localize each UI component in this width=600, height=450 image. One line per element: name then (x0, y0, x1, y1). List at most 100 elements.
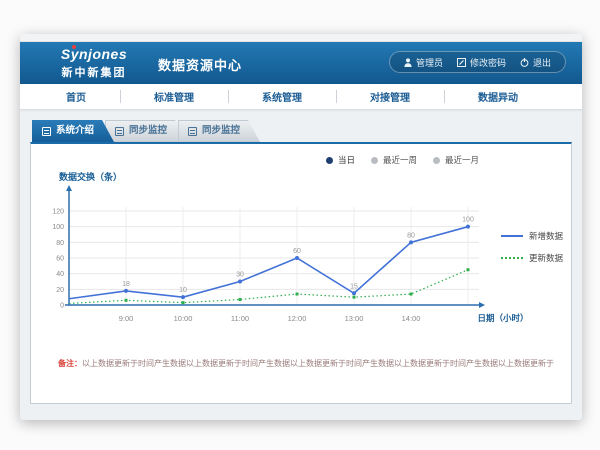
y-tick-labels: 0 20 40 60 80 100 120 (52, 209, 64, 310)
power-icon (520, 58, 529, 67)
brand-name: Synjones (61, 46, 127, 62)
x-axis-arrow-icon (479, 302, 485, 308)
legend-label: 更新数据 (529, 252, 563, 264)
change-password-label: 修改密码 (470, 56, 506, 69)
data-point-label: 80 (407, 232, 415, 239)
x-tick-label: 11:00 (231, 314, 249, 323)
legend-label: 新增数据 (529, 230, 563, 242)
radio-label: 最近一月 (445, 154, 479, 166)
data-point (352, 291, 356, 295)
x-tick-label: 9:00 (119, 314, 134, 323)
user-menu[interactable]: 管理员 (404, 56, 443, 69)
line-chart: 0204060801001209:0010:0011:0012:0013:001… (51, 184, 531, 344)
tab-label: 同步监控 (129, 120, 167, 142)
nav-item-1[interactable]: 标准管理 (120, 84, 228, 109)
data-point-label: 18 (122, 281, 130, 288)
user-icon (404, 58, 412, 67)
period-radio-2[interactable]: 最近一月 (433, 154, 479, 166)
brand-logo: Synjones 新中新集团 (48, 46, 140, 80)
y-tick-label: 40 (56, 271, 64, 278)
data-point-label: 100 (462, 217, 474, 224)
grid-lines (69, 207, 479, 305)
tab-icon (115, 127, 124, 136)
data-point-label: 60 (293, 248, 301, 255)
brand-text: Synjones (61, 46, 127, 62)
logout-label: 退出 (533, 56, 551, 69)
header-bar: Synjones 新中新集团 数据资源中心 管理员 修改密码 退出 (20, 42, 582, 84)
y-tick-label: 20 (56, 287, 64, 294)
tab-icon (188, 127, 197, 136)
nav-item-4[interactable]: 数据异动 (444, 84, 552, 109)
user-pill: 管理员 修改密码 退出 (389, 51, 566, 73)
data-point (467, 268, 470, 271)
period-radio-1[interactable]: 最近一周 (371, 154, 417, 166)
legend-item-1[interactable]: 更新数据 (501, 252, 563, 264)
data-point (295, 256, 299, 260)
data-point (466, 225, 470, 229)
radio-dot-icon (371, 157, 378, 164)
app-window: Synjones 新中新集团 数据资源中心 管理员 修改密码 退出 (20, 34, 582, 420)
radio-label: 当日 (338, 154, 355, 166)
data-point (181, 295, 185, 299)
nav-list: 首页标准管理系统管理对接管理数据异动 (20, 84, 582, 109)
tab-icon (42, 127, 51, 136)
window-top-strip (20, 34, 582, 42)
x-axis-title: 日期（小时） (477, 313, 528, 323)
data-point (296, 293, 299, 296)
y-tick-label: 80 (56, 240, 64, 247)
brand-name-cn: 新中新集团 (48, 64, 140, 80)
tab-2[interactable]: 同步监控 (178, 120, 260, 142)
tab-label: 系统介绍 (56, 120, 94, 142)
chart-legend: 新增数据更新数据 (501, 230, 563, 264)
data-point (125, 299, 128, 302)
tab-1[interactable]: 同步监控 (105, 120, 187, 142)
nav-item-2[interactable]: 系统管理 (228, 84, 336, 109)
page-background: Synjones 新中新集团 数据资源中心 管理员 修改密码 退出 (0, 0, 600, 450)
data-point (124, 289, 128, 293)
radio-dot-icon (433, 157, 440, 164)
user-label: 管理员 (416, 56, 443, 69)
period-radio-group: 当日 最近一周 最近一月 (326, 154, 479, 166)
radio-label: 最近一周 (383, 154, 417, 166)
tab-bar: 系统介绍 同步监控 同步监控 (32, 120, 572, 142)
footnote: 备注：以上数据更新于时间产生数据以上数据更新于时间产生数据以上数据更新于时间产生… (58, 358, 558, 369)
legend-line-sample (501, 235, 523, 237)
x-tick-label: 12:00 (288, 314, 307, 323)
data-point (409, 240, 413, 244)
legend-line-sample (501, 257, 523, 259)
y-tick-label: 120 (52, 209, 64, 216)
data-point-label: 10 (179, 287, 187, 294)
y-tick-label: 0 (60, 303, 64, 310)
change-password-button[interactable]: 修改密码 (457, 56, 506, 69)
footnote-prefix: 备注： (58, 359, 82, 368)
y-tick-label: 100 (52, 224, 64, 231)
footnote-text: 以上数据更新于时间产生数据以上数据更新于时间产生数据以上数据更新于时间产生数据以… (82, 359, 554, 368)
data-point (410, 293, 413, 296)
radio-dot-icon (326, 157, 333, 164)
logout-button[interactable]: 退出 (520, 56, 551, 69)
nav-item-0[interactable]: 首页 (32, 84, 120, 109)
x-tick-labels: 9:0010:0011:0012:0013:0014:00 (119, 314, 421, 323)
data-point (182, 301, 185, 304)
nav-bar: 首页标准管理系统管理对接管理数据异动 (20, 84, 582, 110)
y-axis-title: 数据交换（条） (59, 170, 122, 183)
data-point-label: 30 (236, 272, 244, 279)
x-tick-label: 13:00 (345, 314, 364, 323)
content-area: 系统介绍 同步监控 同步监控 当日 最近一周 最近一月 数据交换（条） 0 20 40 60 8… (20, 110, 582, 404)
nav-item-3[interactable]: 对接管理 (336, 84, 444, 109)
period-radio-0[interactable]: 当日 (326, 154, 355, 166)
tab-label: 同步监控 (202, 120, 240, 142)
data-point (239, 298, 242, 301)
data-point (238, 280, 242, 284)
app-title: 数据资源中心 (158, 55, 242, 74)
y-axis-arrow-icon (66, 185, 72, 191)
tab-0[interactable]: 系统介绍 (32, 120, 114, 142)
data-point-label: 15 (350, 283, 358, 290)
edit-icon (457, 58, 466, 67)
legend-item-0[interactable]: 新增数据 (501, 230, 563, 242)
y-tick-label: 60 (56, 256, 64, 263)
chart-panel: 当日 最近一周 最近一月 数据交换（条） 0 20 40 60 80 100 120 9:00 10… (30, 142, 572, 404)
brand-red-dot-icon (72, 45, 76, 49)
data-point (353, 296, 356, 299)
x-tick-label: 14:00 (402, 314, 421, 323)
